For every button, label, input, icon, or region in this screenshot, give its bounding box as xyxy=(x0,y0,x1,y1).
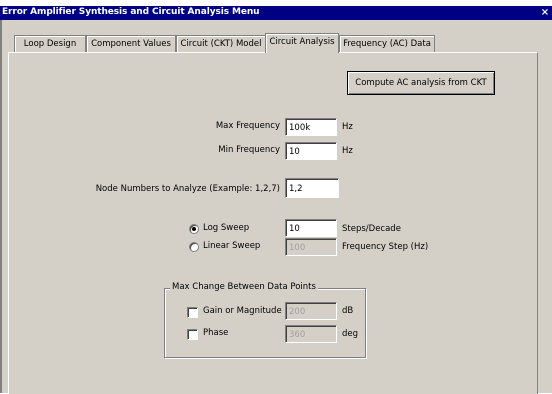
compute-ac-analysis-button[interactable]: Compute AC analysis from CKT xyxy=(347,71,495,95)
linear-sweep-label[interactable]: Linear Sweep xyxy=(203,241,260,251)
max-frequency-label: Max Frequency xyxy=(215,121,280,131)
phase-input xyxy=(285,325,337,343)
phase-checkbox[interactable] xyxy=(187,329,198,340)
max-frequency-unit: Hz xyxy=(342,122,353,132)
gain-magnitude-unit: dB xyxy=(342,306,354,316)
max-change-groupbox xyxy=(164,288,366,358)
gain-magnitude-input xyxy=(285,302,337,320)
node-numbers-input[interactable] xyxy=(285,178,339,198)
min-frequency-label: Min Frequency xyxy=(218,145,280,155)
max-frequency-input[interactable] xyxy=(285,118,337,136)
phase-unit: deg xyxy=(342,329,359,339)
log-sweep-steps-input[interactable] xyxy=(285,219,337,237)
gain-magnitude-label[interactable]: Gain or Magnitude xyxy=(203,306,282,316)
linear-sweep-step-input xyxy=(285,238,337,256)
min-frequency-input[interactable] xyxy=(285,142,337,160)
gain-magnitude-checkbox[interactable] xyxy=(187,307,198,318)
log-sweep-unit: Steps/Decade xyxy=(342,224,401,234)
log-sweep-label[interactable]: Log Sweep xyxy=(203,223,249,233)
max-change-group-title: Max Change Between Data Points xyxy=(170,282,318,292)
min-frequency-unit: Hz xyxy=(342,146,353,156)
phase-label[interactable]: Phase xyxy=(203,328,228,338)
linear-sweep-unit: Frequency Step (Hz) xyxy=(342,242,429,252)
log-sweep-radio[interactable] xyxy=(189,224,199,234)
linear-sweep-radio[interactable] xyxy=(189,242,199,252)
radio-selected-dot xyxy=(192,227,196,231)
node-numbers-label: Node Numbers to Analyze (Example: 1,2,7) xyxy=(95,184,280,194)
